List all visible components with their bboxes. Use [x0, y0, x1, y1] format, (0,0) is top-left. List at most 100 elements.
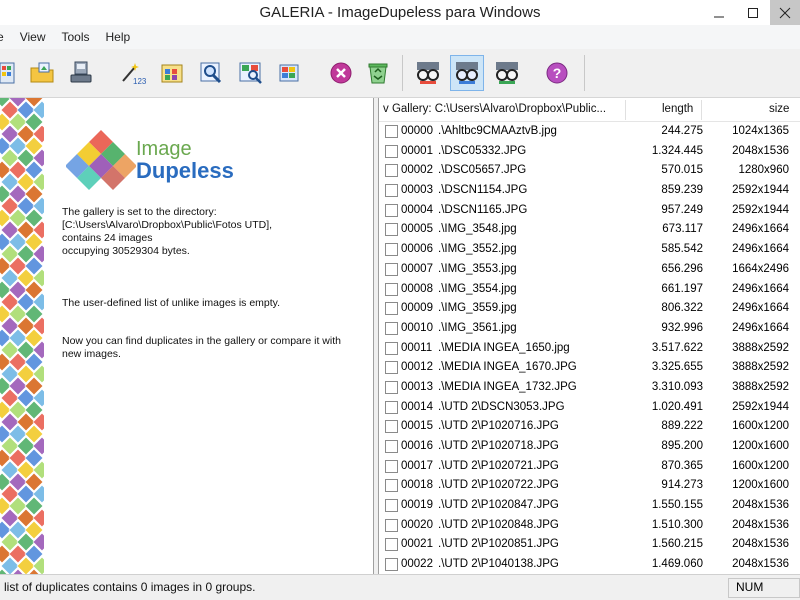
list-header: v Gallery: C:\Users\Alvaro\Dropbox\Publi…	[379, 98, 800, 122]
next-steps-info: Now you can find duplicates in the galle…	[62, 335, 341, 361]
list-item[interactable]: 00021 .\UTD 2\P1020851.JPG 1.560.215 2048x1…	[379, 535, 800, 555]
list-item[interactable]: 00014 .\UTD 2\DSCN3053.JPG 1.020.491 2592x1…	[379, 398, 800, 418]
row-checkbox[interactable]	[385, 321, 398, 335]
compare-image-button[interactable]	[234, 55, 268, 91]
row-checkbox[interactable]	[385, 380, 398, 394]
column-divider[interactable]	[701, 100, 702, 120]
recycle-bin-button[interactable]	[361, 55, 395, 91]
row-size: 3888x2592	[732, 361, 789, 374]
search-image-button[interactable]	[194, 55, 228, 91]
list-item[interactable]: 00022 .\UTD 2\P1040138.JPG 1.469.060 2048x1…	[379, 555, 800, 574]
maximize-button[interactable]	[736, 0, 770, 25]
list-item[interactable]: 00013 .\MEDIA INGEA_1732.JPG 3.310.093 3888…	[379, 378, 800, 398]
list-item[interactable]: 00020 .\UTD 2\P1020848.JPG 1.510.300 2048x1…	[379, 516, 800, 536]
row-checkbox[interactable]	[385, 262, 398, 276]
row-size: 2048x1536	[732, 538, 789, 551]
thumbnails-button[interactable]	[155, 55, 189, 91]
list-item[interactable]: 00002 .\DSC05657.JPG 570.015 1280x960	[379, 161, 800, 181]
list-item[interactable]: 00005 .\IMG_3548.jpg 673.117 2496x1664	[379, 220, 800, 240]
row-checkbox[interactable]	[385, 302, 398, 316]
glasses-mode-2-button[interactable]	[450, 55, 484, 91]
refresh-image-button[interactable]	[273, 55, 307, 91]
row-checkbox[interactable]	[385, 164, 398, 178]
row-checkbox[interactable]	[385, 499, 398, 513]
minimize-button[interactable]	[702, 0, 736, 25]
row-checkbox[interactable]	[385, 144, 398, 158]
gallery-bytes: occupying 30529304 bytes.	[62, 245, 190, 257]
row-checkbox[interactable]	[385, 558, 398, 572]
list-rows: 00000 .\Ahltbc9CMAAztvB.jpg 244.275 1024x13…	[379, 122, 800, 574]
svg-text:?: ?	[553, 65, 562, 81]
svg-text:123: 123	[133, 77, 146, 86]
list-item[interactable]: 00006 .\IMG_3552.jpg 585.542 2496x1664	[379, 240, 800, 260]
row-checkbox[interactable]	[385, 203, 398, 217]
list-item[interactable]: 00010 .\IMG_3561.jpg 932.996 2496x1664	[379, 319, 800, 339]
list-item[interactable]: 00011 .\MEDIA INGEA_1650.jpg 3.517.622 3888…	[379, 339, 800, 359]
glasses-mode-3-button[interactable]	[490, 55, 524, 91]
row-index: 00009	[401, 302, 433, 315]
list-item[interactable]: 00004 .\DSCN1165.JPG 957.249 2592x1944	[379, 201, 800, 221]
row-size: 3888x2592	[732, 380, 789, 393]
column-divider[interactable]	[625, 100, 626, 120]
row-index: 00012	[401, 361, 433, 374]
maximize-icon	[748, 7, 758, 18]
row-checkbox[interactable]	[385, 420, 398, 434]
row-index: 00019	[401, 499, 433, 512]
list-item[interactable]: 00001 .\DSC05332.JPG 1.324.445 2048x1536	[379, 142, 800, 162]
row-checkbox[interactable]	[385, 400, 398, 414]
menu-tools[interactable]: Tools	[53, 25, 97, 49]
open-folder-button[interactable]	[25, 55, 59, 91]
list-item[interactable]: 00000 .\Ahltbc9CMAAztvB.jpg 244.275 1024x13…	[379, 122, 800, 142]
row-filename: .\IMG_3554.jpg	[438, 282, 517, 295]
row-filename: .\UTD 2\DSCN3053.JPG	[438, 400, 565, 413]
list-item[interactable]: 00009 .\IMG_3559.jpg 806.322 2496x1664	[379, 299, 800, 319]
row-checkbox[interactable]	[385, 184, 398, 198]
row-checkbox[interactable]	[385, 459, 398, 473]
menu-file[interactable]: e	[0, 25, 12, 49]
row-checkbox[interactable]	[385, 223, 398, 237]
glasses-mode-1-button[interactable]	[411, 55, 445, 91]
scan-drive-button[interactable]	[64, 55, 98, 91]
list-item[interactable]: 00018 .\UTD 2\P1020722.JPG 914.273 1200x160…	[379, 476, 800, 496]
stop-button[interactable]	[324, 55, 358, 91]
auto-number-button[interactable]: 123	[116, 55, 150, 91]
menu-bar: e View Tools Help	[0, 25, 800, 49]
row-length: 806.322	[661, 302, 703, 315]
list-item[interactable]: 00015 .\UTD 2\P1020716.JPG 889.222 1600x120…	[379, 417, 800, 437]
window-controls	[702, 0, 800, 25]
menu-view[interactable]: View	[12, 25, 54, 49]
row-checkbox[interactable]	[385, 479, 398, 493]
row-checkbox[interactable]	[385, 125, 398, 138]
column-header-length[interactable]: length	[662, 103, 693, 115]
menu-help[interactable]: Help	[98, 25, 139, 49]
row-index: 00003	[401, 184, 433, 197]
column-header-gallery[interactable]: v Gallery: C:\Users\Alvaro\Dropbox\Publi…	[383, 103, 606, 115]
glasses-mode-3-icon	[496, 62, 518, 84]
row-checkbox[interactable]	[385, 538, 398, 552]
close-button[interactable]	[770, 0, 800, 25]
list-item[interactable]: 00007 .\IMG_3553.jpg 656.296 1664x2496	[379, 260, 800, 280]
row-index: 00021	[401, 538, 433, 551]
list-item[interactable]: 00019 .\UTD 2\P1020847.JPG 1.550.155 2048x1…	[379, 496, 800, 516]
row-filename: .\UTD 2\P1020718.JPG	[438, 440, 559, 452]
row-checkbox[interactable]	[385, 243, 398, 257]
search-image-icon	[200, 62, 222, 84]
row-checkbox[interactable]	[385, 518, 398, 532]
list-item[interactable]: 00017 .\UTD 2\P1020721.JPG 870.365 1600x120…	[379, 457, 800, 477]
help-button[interactable]: ?	[540, 55, 574, 91]
row-length: 859.239	[661, 184, 703, 197]
row-size: 1600x1200	[732, 420, 789, 433]
row-checkbox[interactable]	[385, 282, 398, 296]
open-gallery-icon	[0, 62, 15, 84]
row-checkbox[interactable]	[385, 341, 398, 355]
row-checkbox[interactable]	[385, 440, 398, 453]
column-header-size[interactable]: size	[769, 103, 789, 115]
list-item[interactable]: 00016 .\UTD 2\P1020718.JPG 895.200 1200x160…	[379, 437, 800, 457]
list-item[interactable]: 00008 .\IMG_3554.jpg 661.197 2496x1664	[379, 280, 800, 300]
row-length: 656.296	[661, 262, 703, 275]
info-panel: Image Dupeless The gallery is set to the…	[0, 98, 374, 574]
list-item[interactable]: 00003 .\DSCN1154.JPG 859.239 2592x1944	[379, 181, 800, 201]
list-item[interactable]: 00012 .\MEDIA INGEA_1670.JPG 3.325.655 3888…	[379, 358, 800, 378]
open-gallery-button[interactable]	[0, 55, 22, 91]
row-checkbox[interactable]	[385, 361, 398, 375]
